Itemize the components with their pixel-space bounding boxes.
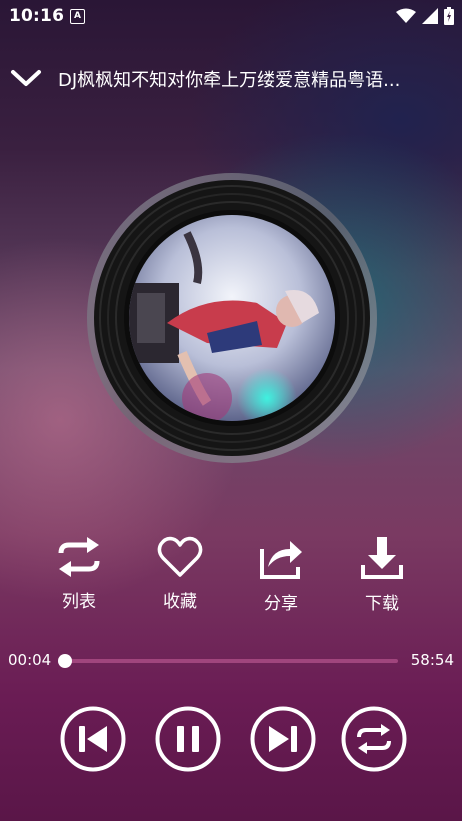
list-action[interactable]: 列表 <box>39 535 119 612</box>
favorite-label: 收藏 <box>163 592 197 612</box>
pause-icon[interactable] <box>155 706 221 772</box>
playback-controls <box>0 706 462 774</box>
share-icon <box>260 541 302 579</box>
next-icon[interactable] <box>250 706 316 772</box>
action-row: 列表 收藏 分享 下载 <box>0 535 462 615</box>
chevron-down-icon[interactable] <box>10 66 42 90</box>
player-screen: 10:16 A DJ枫枫知不知对你牵上万缕爱意精品粤语... 列表 收藏 分享 … <box>0 0 462 821</box>
heart-icon <box>157 536 203 577</box>
a-icon: A <box>70 9 85 24</box>
status-bar: 10:16 A <box>0 0 462 32</box>
signal-icon <box>422 8 438 24</box>
current-time: 00:04 <box>8 651 52 669</box>
list-label: 列表 <box>62 592 96 612</box>
progress-bar: 00:04 58:54 <box>0 645 462 675</box>
share-action[interactable]: 分享 <box>241 535 321 614</box>
share-label: 分享 <box>264 594 298 614</box>
status-time: 10:16 <box>9 6 65 26</box>
favorite-action[interactable]: 收藏 <box>140 535 220 612</box>
repeat-mode-icon[interactable] <box>341 706 407 772</box>
download-action[interactable]: 下载 <box>342 535 422 614</box>
seek-knob[interactable] <box>58 654 72 668</box>
battery-icon <box>444 7 454 25</box>
header-bar: DJ枫枫知不知对你牵上万缕爱意精品粤语... <box>0 56 462 100</box>
wifi-icon <box>396 8 416 23</box>
song-title: DJ枫枫知不知对你牵上万缕爱意精品粤语... <box>58 70 401 91</box>
status-icons <box>396 6 454 26</box>
seek-track[interactable] <box>65 659 398 663</box>
total-time: 58:54 <box>410 651 454 669</box>
repeat-list-icon <box>58 537 100 577</box>
album-disc <box>87 173 377 463</box>
download-icon <box>361 537 403 579</box>
previous-icon[interactable] <box>60 706 126 772</box>
download-label: 下载 <box>365 594 399 614</box>
